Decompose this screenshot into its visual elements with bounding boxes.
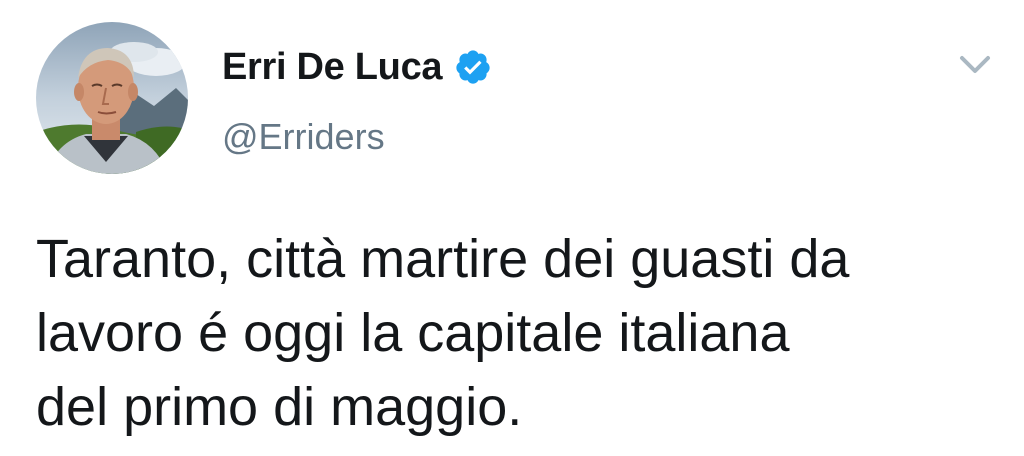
author-handle[interactable]: @Erriders bbox=[222, 116, 385, 158]
tweet-text-line: del primo di maggio. bbox=[36, 377, 523, 437]
tweet-text-line: Taranto, città martire dei guasti da bbox=[36, 229, 850, 289]
avatar-photo bbox=[36, 22, 188, 174]
chevron-down-icon[interactable] bbox=[954, 50, 996, 80]
tweet-text: Taranto, città martire dei guasti da lav… bbox=[36, 222, 1006, 444]
author-name-row: Erri De Luca bbox=[222, 44, 492, 90]
author-avatar[interactable] bbox=[36, 22, 188, 174]
author-display-name[interactable]: Erri De Luca bbox=[222, 46, 443, 89]
tweet-text-line: lavoro é oggi la capitale italiana bbox=[36, 303, 790, 363]
verified-badge-icon bbox=[454, 48, 492, 86]
tweet-card: Erri De Luca @Erriders Taranto, città ma… bbox=[0, 0, 1024, 456]
